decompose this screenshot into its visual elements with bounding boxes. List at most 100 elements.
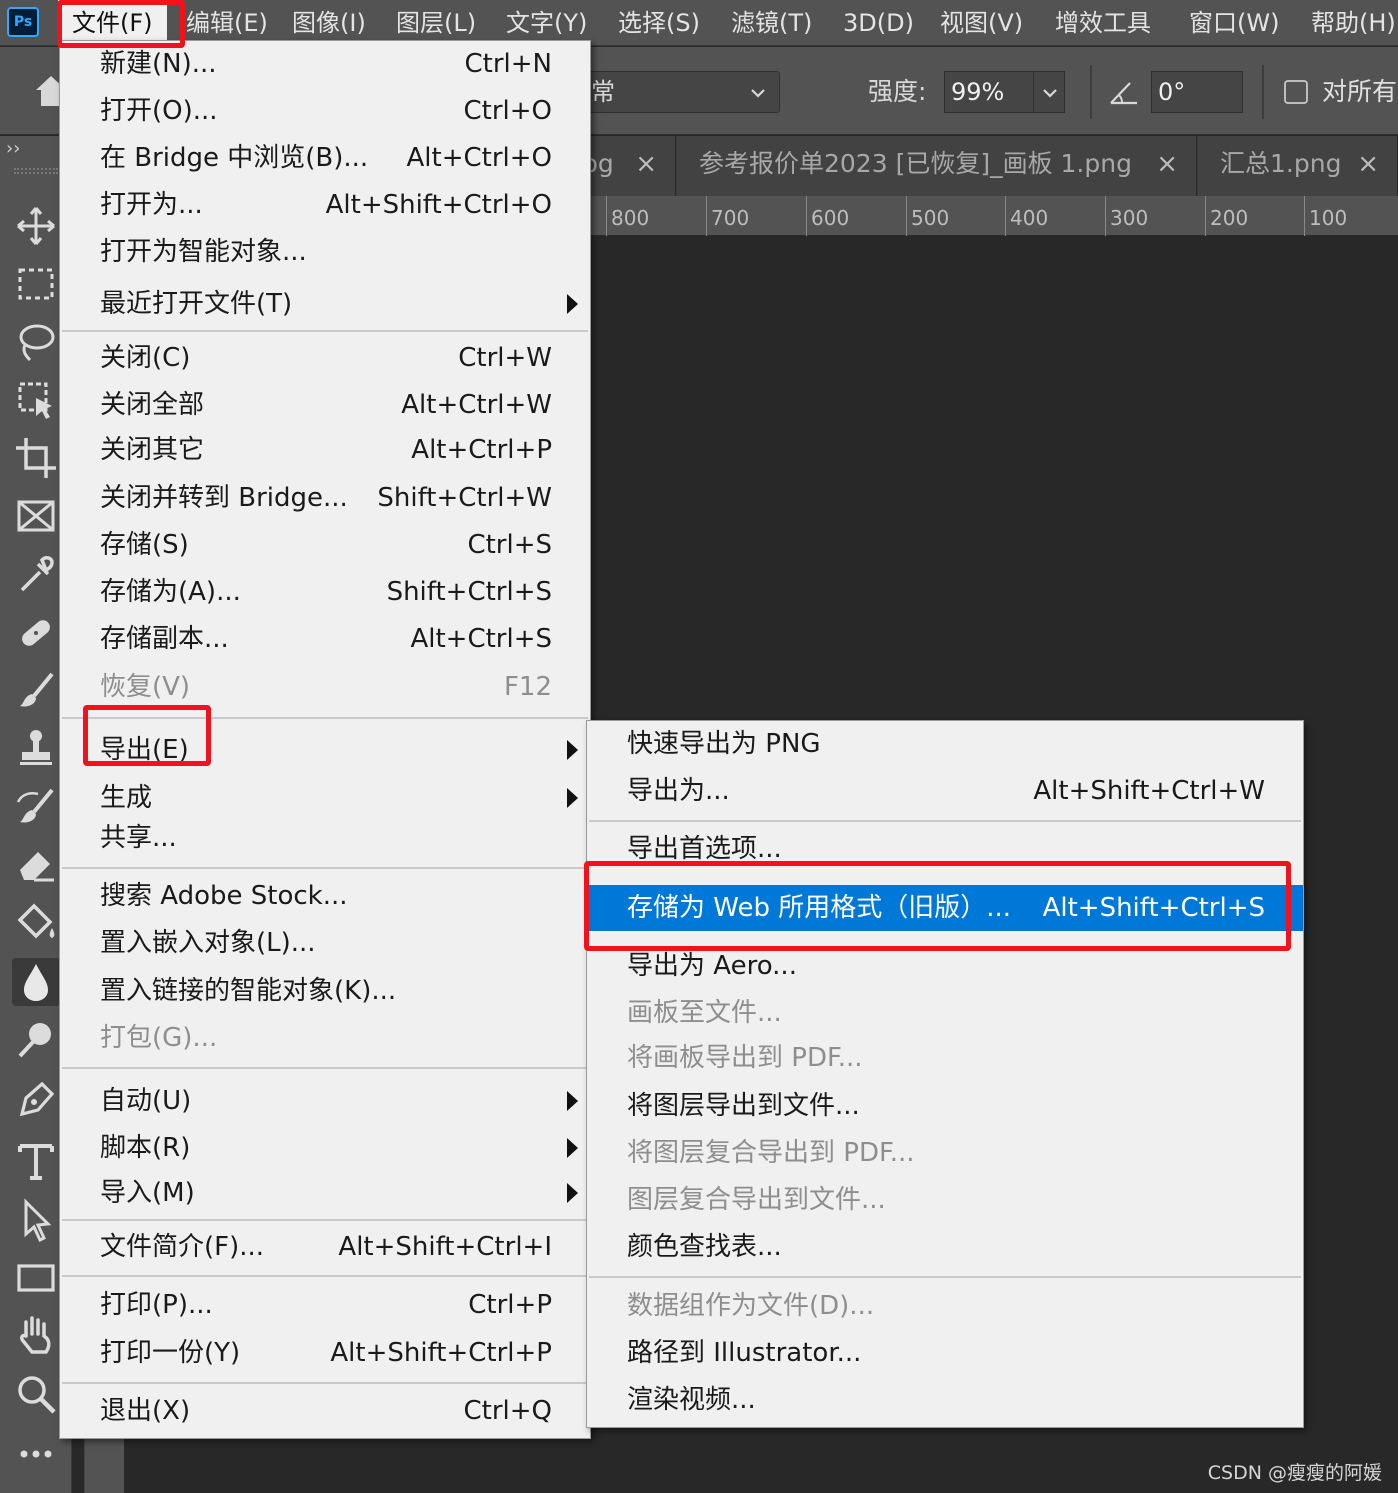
menu-item-quick-export-png[interactable]: 快速导出为 PNG: [587, 721, 1303, 767]
menu-item-share[interactable]: 共享...: [60, 815, 590, 861]
menu-item-save-copy[interactable]: 存储副本... Alt+Ctrl+S: [60, 616, 590, 662]
menu-item-close-go-bridge[interactable]: 关闭并转到 Bridge... Shift+Ctrl+W: [60, 475, 590, 521]
brush-tool-icon[interactable]: [12, 666, 60, 714]
history-brush-tool-icon[interactable]: [12, 782, 60, 830]
hand-tool-icon[interactable]: [12, 1312, 60, 1360]
menu-item-search-adobe-stock[interactable]: 搜索 Adobe Stock...: [60, 873, 590, 919]
menu-item-open-recent[interactable]: 最近打开文件(T): [60, 281, 590, 327]
menu-window[interactable]: 窗口(W): [1189, 0, 1279, 46]
menu-item-print-one-copy[interactable]: 打印一份(Y) Alt+Shift+Ctrl+P: [60, 1330, 590, 1376]
menu-help[interactable]: 帮助(H): [1311, 0, 1396, 46]
menu-item-save-as[interactable]: 存储为(A)... Shift+Ctrl+S: [60, 569, 590, 615]
menu-item-import[interactable]: 导入(M): [60, 1170, 590, 1216]
path-selection-tool-icon[interactable]: [12, 1196, 60, 1244]
menu-item-paths-to-illustrator[interactable]: 路径到 Illustrator...: [587, 1330, 1303, 1376]
menu-select[interactable]: 选择(S): [618, 0, 700, 46]
object-selection-tool-icon[interactable]: [12, 376, 60, 424]
strength-input[interactable]: 99%: [944, 71, 1034, 113]
menu-item-close-all[interactable]: 关闭全部 Alt+Ctrl+W: [60, 382, 590, 428]
more-tools-icon[interactable]: [12, 1430, 60, 1478]
type-tool-icon[interactable]: [12, 1136, 60, 1184]
menu-item-print[interactable]: 打印(P)... Ctrl+P: [60, 1282, 590, 1328]
menu-item-browse-bridge[interactable]: 在 Bridge 中浏览(B)... Alt+Ctrl+O: [60, 135, 590, 181]
photoshop-logo: Ps: [7, 7, 39, 37]
menu-item-label: 导入(M): [100, 1178, 195, 1208]
menu-item-label: 画板至文件...: [627, 998, 782, 1028]
menu-item-label: 图层复合导出到文件...: [627, 1185, 886, 1215]
ruler-tick: 400: [1005, 196, 1048, 236]
move-tool-icon[interactable]: [12, 202, 60, 250]
crop-tool-icon[interactable]: [12, 434, 60, 482]
menu-item-open-as[interactable]: 打开为... Alt+Shift+Ctrl+O: [60, 182, 590, 228]
menu-item-label: 渲染视频...: [627, 1385, 756, 1415]
menu-item-shortcut: Alt+Shift+Ctrl+W: [1033, 776, 1265, 806]
menu-item-place-linked[interactable]: 置入链接的智能对象(K)...: [60, 968, 590, 1014]
clone-stamp-tool-icon[interactable]: [12, 724, 60, 772]
close-icon[interactable]: ×: [1156, 136, 1178, 192]
menu-item-open[interactable]: 打开(O)... Ctrl+O: [60, 88, 590, 134]
menu-3d[interactable]: 3D(D): [843, 0, 914, 46]
healing-brush-tool-icon[interactable]: [12, 608, 60, 656]
annotation-box-export: [83, 705, 211, 766]
menu-item-save[interactable]: 存储(S) Ctrl+S: [60, 522, 590, 568]
menu-item-shortcut: Alt+Shift+Ctrl+I: [338, 1232, 552, 1262]
menu-item-scripts[interactable]: 脚本(R): [60, 1125, 590, 1171]
eyedropper-tool-icon[interactable]: [12, 550, 60, 598]
menu-item-place-embedded[interactable]: 置入嵌入对象(L)...: [60, 920, 590, 966]
menu-item-label: 退出(X): [100, 1396, 191, 1426]
blend-mode-select[interactable]: 常: [576, 71, 780, 113]
rectangle-tool-icon[interactable]: [12, 1254, 60, 1302]
menu-item-file-info[interactable]: 文件简介(F)... Alt+Shift+Ctrl+I: [60, 1224, 590, 1270]
menu-item-label: 打开(O)...: [100, 96, 218, 126]
menu-item-close[interactable]: 关闭(C) Ctrl+W: [60, 335, 590, 381]
strength-dropdown-button[interactable]: [1033, 71, 1065, 113]
menu-item-exit[interactable]: 退出(X) Ctrl+Q: [60, 1388, 590, 1434]
menu-filter[interactable]: 滤镜(T): [731, 0, 812, 46]
menu-item-layer-comps-to-files: 图层复合导出到文件...: [587, 1177, 1303, 1223]
tab-label: 汇总1.png: [1220, 149, 1342, 178]
divider: [1262, 65, 1264, 119]
menu-plugins[interactable]: 增效工具: [1055, 0, 1151, 46]
sample-all-layers-label: 对所有: [1322, 77, 1398, 106]
strength-label: 强度:: [868, 77, 927, 106]
eraser-tool-icon[interactable]: [12, 840, 60, 888]
paint-bucket-tool-icon[interactable]: [12, 898, 60, 946]
menu-item-shortcut: Ctrl+Q: [463, 1396, 552, 1426]
menu-item-label: 存储副本...: [100, 624, 229, 654]
frame-tool-icon[interactable]: [12, 492, 60, 540]
menu-item-label: 关闭全部: [100, 390, 205, 420]
menu-view[interactable]: 视图(V): [940, 0, 1023, 46]
menu-item-shortcut: Shift+Ctrl+W: [377, 483, 552, 513]
tab-document-3[interactable]: 汇总1.png ×: [1198, 136, 1398, 196]
dodge-tool-icon[interactable]: [12, 1016, 60, 1064]
menu-item-open-smart-object[interactable]: 打开为智能对象...: [60, 229, 590, 275]
blur-tool-icon[interactable]: [12, 958, 60, 1006]
menu-item-artboards-to-files: 画板至文件...: [587, 990, 1303, 1036]
menu-item-label: 颜色查找表...: [627, 1232, 782, 1262]
sample-all-layers-checkbox[interactable]: [1284, 80, 1308, 104]
tab-document-2[interactable]: 参考报价单2023 [已恢复]_画板 1.png ×: [677, 136, 1197, 196]
expand-panel-icon[interactable]: ››: [6, 138, 20, 159]
menu-item-color-lookup-tables[interactable]: 颜色查找表...: [587, 1224, 1303, 1270]
zoom-tool-icon[interactable]: [12, 1370, 60, 1418]
menu-item-close-others[interactable]: 关闭其它 Alt+Ctrl+P: [60, 427, 590, 473]
chevron-down-icon: [1043, 89, 1057, 98]
menu-separator: [589, 820, 1301, 822]
menu-item-layers-to-files[interactable]: 将图层导出到文件...: [587, 1083, 1303, 1129]
menu-item-label: 置入链接的智能对象(K)...: [100, 976, 397, 1006]
close-icon[interactable]: ×: [635, 136, 657, 192]
menu-item-label: 置入嵌入对象(L)...: [100, 928, 316, 958]
watermark: CSDN @瘦瘦的阿媛: [1207, 1462, 1382, 1484]
close-icon[interactable]: ×: [1357, 136, 1379, 192]
angle-input[interactable]: 0°: [1151, 71, 1243, 113]
menu-item-package: 打包(G)...: [60, 1015, 590, 1061]
pen-tool-icon[interactable]: [12, 1076, 60, 1124]
menu-item-shortcut: Ctrl+N: [464, 49, 553, 79]
panel-grip[interactable]: [14, 168, 58, 174]
lasso-tool-icon[interactable]: [12, 318, 60, 366]
menu-item-render-video[interactable]: 渲染视频...: [587, 1377, 1303, 1423]
menu-item-export-as[interactable]: 导出为... Alt+Shift+Ctrl+W: [587, 768, 1303, 814]
menu-item-label: 恢复(V): [100, 672, 191, 702]
marquee-tool-icon[interactable]: [12, 260, 60, 308]
menu-item-automate[interactable]: 自动(U): [60, 1078, 590, 1124]
